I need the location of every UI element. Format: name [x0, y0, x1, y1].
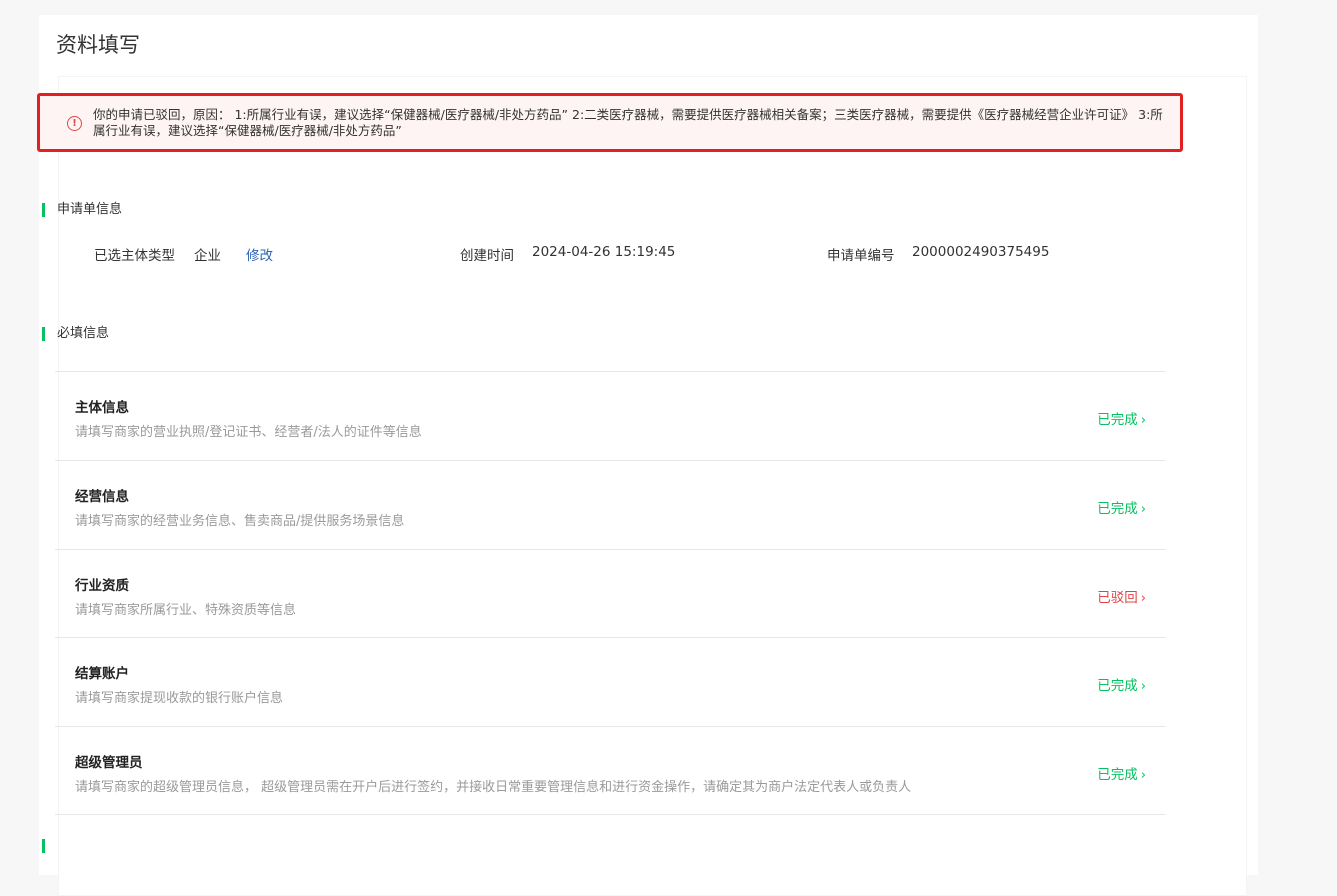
status-text: 已完成 [1097, 678, 1138, 694]
status-text: 已驳回 [1097, 590, 1138, 606]
alert-circle-icon: ! [67, 116, 82, 131]
created-time-label: 创建时间 [460, 248, 514, 264]
entity-type-value: 企业 [194, 248, 221, 264]
page-title: 资料填写 [56, 33, 140, 57]
required-item-title: 超级管理员 [75, 755, 143, 771]
required-item-row[interactable]: 超级管理员请填写商家的超级管理员信息， 超级管理员需在开户后进行签约，并接收日常… [55, 726, 1166, 815]
required-item-row[interactable]: 经营信息请填写商家的经营业务信息、售卖商品/提供服务场景信息 已完成 › [55, 460, 1166, 549]
chevron-right-icon: › [1140, 502, 1146, 517]
alert-message: 你的申请已驳回，原因： 1:所属行业有误，建议选择“保健器械/医疗器械/非处方药… [93, 107, 1163, 138]
chevron-right-icon: › [1140, 768, 1146, 783]
required-item-desc: 请填写商家的营业执照/登记证书、经营者/法人的证件等信息 [75, 425, 422, 440]
required-item-title: 行业资质 [75, 578, 129, 594]
section-title-application: 申请单信息 [42, 203, 122, 217]
required-item-row[interactable]: 主体信息请填写商家的营业执照/登记证书、经营者/法人的证件等信息 已完成 › [55, 371, 1166, 460]
required-item-row[interactable]: 行业资质请填写商家所属行业、特殊资质等信息 已驳回 › [55, 549, 1166, 638]
required-item-title: 经营信息 [75, 489, 129, 505]
required-item-status[interactable]: 已完成 › [1097, 674, 1146, 694]
application-number-label: 申请单编号 [827, 248, 895, 264]
required-item-status[interactable]: 已驳回 › [1097, 586, 1146, 606]
rejection-alert: ! 你的申请已驳回，原因： 1:所属行业有误，建议选择“保健器械/医疗器械/非处… [37, 93, 1183, 152]
required-item-row[interactable]: 结算账户请填写商家提现收款的银行账户信息 已完成 › [55, 637, 1166, 726]
status-text: 已完成 [1097, 501, 1138, 517]
section-title-required: 必填信息 [42, 327, 109, 341]
required-item-title: 结算账户 [75, 666, 129, 682]
required-item-desc: 请填写商家提现收款的银行账户信息 [75, 691, 284, 706]
required-item-status[interactable]: 已完成 › [1097, 408, 1146, 428]
required-item-desc: 请填写商家的经营业务信息、售卖商品/提供服务场景信息 [75, 514, 405, 529]
chevron-right-icon: › [1140, 413, 1146, 428]
chevron-right-icon: › [1140, 679, 1146, 694]
application-number-value: 2000002490375495 [912, 244, 1050, 260]
created-time-value: 2024-04-26 15:19:45 [532, 244, 676, 260]
status-text: 已完成 [1097, 412, 1138, 428]
status-text: 已完成 [1097, 767, 1138, 783]
section-marker [42, 839, 45, 853]
entity-type-label: 已选主体类型 [94, 248, 175, 264]
required-item-title: 主体信息 [75, 400, 129, 416]
required-item-desc: 请填写商家的超级管理员信息， 超级管理员需在开户后进行签约，并接收日常重要管理信… [75, 780, 912, 795]
required-item-status[interactable]: 已完成 › [1097, 497, 1146, 517]
required-item-status[interactable]: 已完成 › [1097, 763, 1146, 783]
modify-entity-link[interactable]: 修改 [246, 244, 273, 264]
chevron-right-icon: › [1140, 591, 1146, 606]
required-item-desc: 请填写商家所属行业、特殊资质等信息 [75, 603, 297, 618]
